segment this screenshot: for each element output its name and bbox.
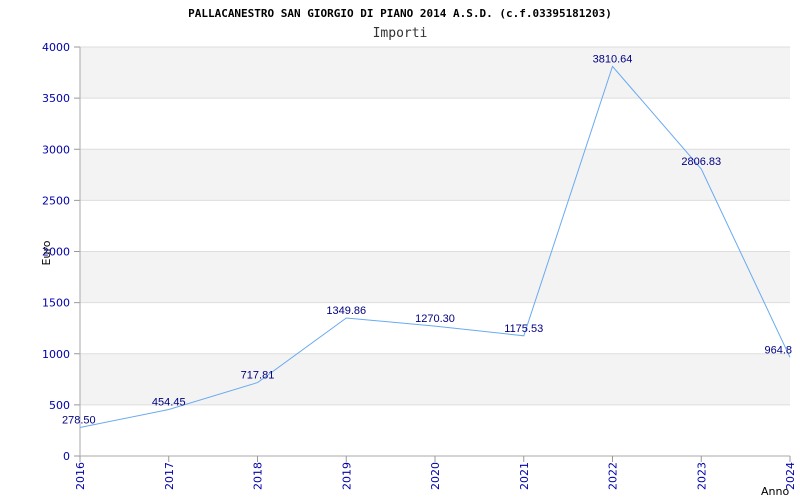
data-label: 3810.64 (593, 53, 633, 65)
data-label: 717.81 (241, 370, 275, 382)
x-tick-label: 2021 (518, 462, 531, 490)
x-tick-label: 2017 (163, 462, 176, 490)
x-tick-label: 2022 (607, 462, 620, 490)
y-tick-label: 1500 (42, 297, 70, 310)
y-tick-label: 3500 (42, 92, 70, 105)
data-label: 1270.30 (415, 313, 455, 325)
data-label: 454.45 (152, 397, 186, 409)
data-label: 1349.86 (326, 305, 366, 317)
data-label: 2806.83 (681, 156, 721, 168)
chart-title: PALLACANESTRO SAN GIORGIO DI PIANO 2014 … (188, 7, 612, 20)
x-tick-label: 2018 (252, 462, 265, 490)
grid-band (80, 47, 790, 99)
y-tick-label: 3000 (42, 143, 70, 156)
background-bands (80, 47, 790, 405)
grid-band (80, 251, 790, 303)
y-tick-label: 0 (63, 450, 70, 463)
line-chart: 05001000150020002500300035004000 2016 201… (40, 7, 797, 498)
grid-band (80, 353, 790, 405)
y-tick-label: 2500 (42, 194, 70, 207)
y-tick-label: 4000 (42, 41, 70, 54)
x-tick-labels: 2016 2017 2018 2019 2020 2021 2022 2023 2024 (74, 462, 797, 490)
chart-subtitle: Importi (373, 26, 428, 41)
y-tick-label: 1000 (42, 348, 70, 361)
y-axis-label: Euro (40, 240, 53, 265)
data-label: 964.8 (764, 344, 792, 356)
x-axis-label: Anno (761, 485, 789, 498)
data-label: 278.50 (62, 415, 96, 427)
x-tick-label: 2023 (695, 462, 708, 490)
y-tick-label: 500 (49, 399, 70, 412)
x-tick-label: 2019 (340, 462, 353, 490)
data-label: 1175.53 (504, 323, 543, 335)
x-tick-label: 2020 (429, 462, 442, 490)
x-tick-label: 2016 (74, 462, 87, 490)
